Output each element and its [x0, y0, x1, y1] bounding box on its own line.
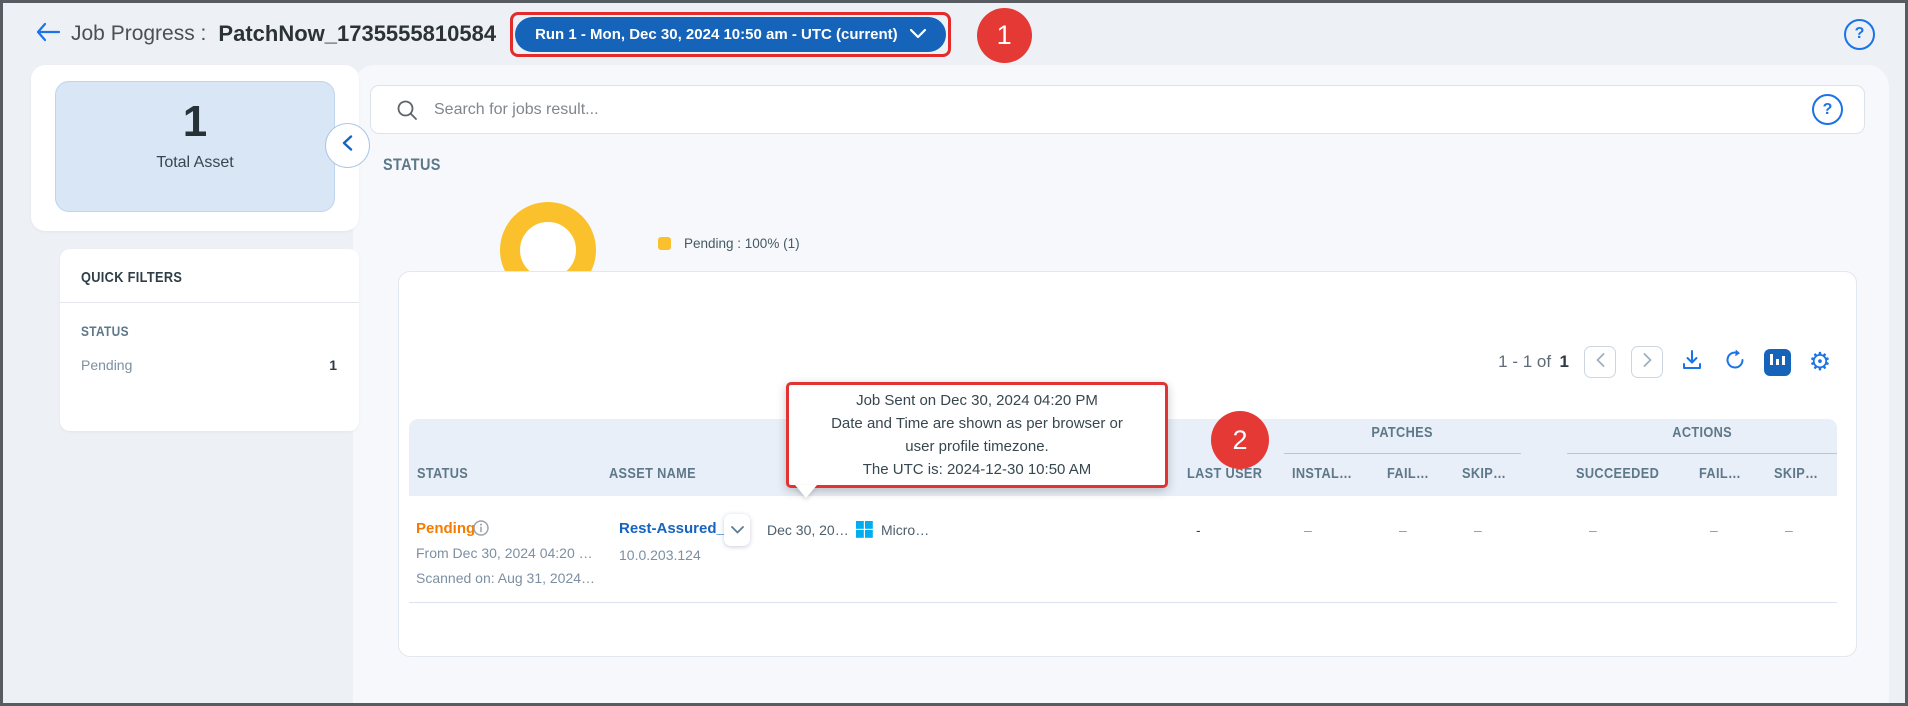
search-icon — [396, 99, 418, 121]
total-asset-label: Total Asset — [156, 154, 234, 171]
gear-icon: ⚙ — [1808, 347, 1832, 376]
chevron-right-icon — [1643, 352, 1652, 372]
chevron-down-icon — [730, 521, 744, 539]
previous-page-button[interactable] — [1584, 346, 1616, 378]
job-name: PatchNow_1735555810584 — [218, 21, 497, 46]
tooltip-caret — [795, 485, 817, 498]
table-toolbar: 1 - 1 of 1 ⚙ — [1498, 346, 1834, 378]
legend-label: Pending : 100% (1) — [684, 236, 800, 251]
row-actions-succeeded: – — [1589, 522, 1597, 538]
column-header-status[interactable]: STATUS — [417, 465, 468, 482]
job-progress-page: Job Progress : PatchNow_1735555810584 Ru… — [0, 0, 1908, 706]
refresh-button[interactable] — [1721, 348, 1749, 376]
top-bar: Job Progress : PatchNow_1735555810584 Ru… — [6, 6, 1902, 63]
legend-swatch-pending — [658, 237, 671, 250]
annotation-badge-2: 2 — [1211, 411, 1269, 469]
column-header-patches-failed[interactable]: FAIL… — [1387, 465, 1429, 482]
total-asset-count: 1 — [182, 97, 208, 146]
column-header-last-user[interactable]: LAST USER — [1187, 465, 1262, 482]
page-title: Job Progress : — [71, 22, 207, 45]
info-icon[interactable] — [473, 520, 489, 541]
search-bar: ? — [370, 85, 1865, 134]
chevron-left-icon — [1596, 352, 1605, 372]
quick-filters-title: QUICK FILTERS — [81, 269, 183, 286]
tooltip-line-2: Date and Time are shown as per browser o… — [831, 415, 1123, 432]
donut-legend[interactable]: Pending : 100% (1) — [658, 236, 800, 251]
column-header-patches-installed[interactable]: INSTAL… — [1292, 465, 1352, 482]
row-os-name: Micro… — [881, 522, 930, 538]
filter-count: 1 — [329, 357, 337, 373]
row-sent-on: Dec 30, 20… — [767, 522, 849, 538]
help-icon[interactable]: ? — [1844, 18, 1875, 50]
tooltip-line-1: Job Sent on Dec 30, 2024 04:20 PM — [856, 392, 1098, 409]
column-header-actions-failed[interactable]: FAIL… — [1699, 465, 1741, 482]
filter-item-pending[interactable]: Pending 1 — [60, 339, 359, 373]
total-asset-card[interactable]: 1 Total Asset — [55, 81, 335, 212]
next-page-button[interactable] — [1631, 346, 1663, 378]
bar-chart-icon — [1769, 352, 1786, 372]
status-section-title: STATUS — [383, 155, 441, 174]
row-status-value: Pending — [416, 520, 476, 537]
quick-filters-status-header: STATUS — [81, 323, 129, 339]
row-asset-ip: 10.0.203.124 — [619, 547, 701, 563]
table-row[interactable]: Pending From Dec 30, 2024 04:20 … Scanne… — [409, 496, 1837, 603]
filter-label: Pending — [81, 357, 133, 373]
run-selector-dropdown[interactable]: Run 1 - Mon, Dec 30, 2024 10:50 am - UTC… — [515, 16, 946, 52]
group-header-actions: ACTIONS — [1672, 424, 1732, 441]
actions-group-underline — [1567, 453, 1837, 454]
windows-icon — [856, 521, 873, 543]
annotation-badge-1: 1 — [976, 7, 1032, 63]
row-asset-name-link[interactable]: Rest-Assured_… — [619, 520, 740, 537]
download-button[interactable] — [1678, 348, 1706, 376]
chevron-down-icon — [909, 26, 926, 43]
search-help-icon[interactable]: ? — [1812, 94, 1843, 125]
run-selector-label: Run 1 - Mon, Dec 30, 2024 10:50 am - UTC… — [535, 25, 898, 43]
sent-on-tooltip: Job Sent on Dec 30, 2024 04:20 PM Date a… — [786, 382, 1168, 498]
column-header-asset-name[interactable]: ASSET NAME — [609, 465, 696, 482]
assets-summary-panel: 1 Total Asset — [31, 65, 359, 231]
patches-group-underline — [1284, 453, 1521, 454]
sidebar-collapse-button[interactable] — [325, 123, 370, 168]
chevron-left-icon — [342, 135, 353, 156]
tooltip-line-4: The UTC is: 2024-12-30 10:50 AM — [862, 461, 1092, 478]
row-status-scanned-date: Scanned on: Aug 31, 2024… — [416, 570, 596, 586]
chart-view-button[interactable] — [1764, 348, 1791, 376]
row-last-user: - — [1196, 522, 1201, 538]
column-header-actions-succeeded[interactable]: SUCCEEDED — [1576, 465, 1659, 482]
pagination-total: 1 — [1559, 352, 1569, 371]
settings-button[interactable]: ⚙ — [1806, 348, 1834, 376]
column-header-patches-skipped[interactable]: SKIP… — [1462, 465, 1506, 482]
arrow-left-icon — [35, 22, 61, 47]
row-patches-installed: – — [1304, 522, 1312, 538]
refresh-icon — [1723, 348, 1747, 377]
row-actions-failed: – — [1710, 522, 1718, 538]
tooltip-line-3: user profile timezone. — [905, 438, 1049, 455]
annotation-box-run-selector: Run 1 - Mon, Dec 30, 2024 10:50 am - UTC… — [510, 11, 951, 57]
row-patches-skipped: – — [1474, 522, 1482, 538]
quick-filters-panel: QUICK FILTERS STATUS Pending 1 — [60, 249, 359, 431]
row-actions-skipped: – — [1785, 522, 1793, 538]
pagination-range: 1 - 1 of — [1498, 352, 1552, 371]
download-icon — [1680, 348, 1704, 377]
row-status-from-date: From Dec 30, 2024 04:20 … — [416, 545, 593, 561]
search-input[interactable] — [432, 99, 1812, 120]
back-button[interactable] — [33, 19, 63, 49]
column-header-actions-skipped[interactable]: SKIP… — [1774, 465, 1818, 482]
group-header-patches: PATCHES — [1371, 424, 1434, 441]
row-patches-failed: – — [1399, 522, 1407, 538]
row-expand-button[interactable] — [724, 514, 750, 546]
